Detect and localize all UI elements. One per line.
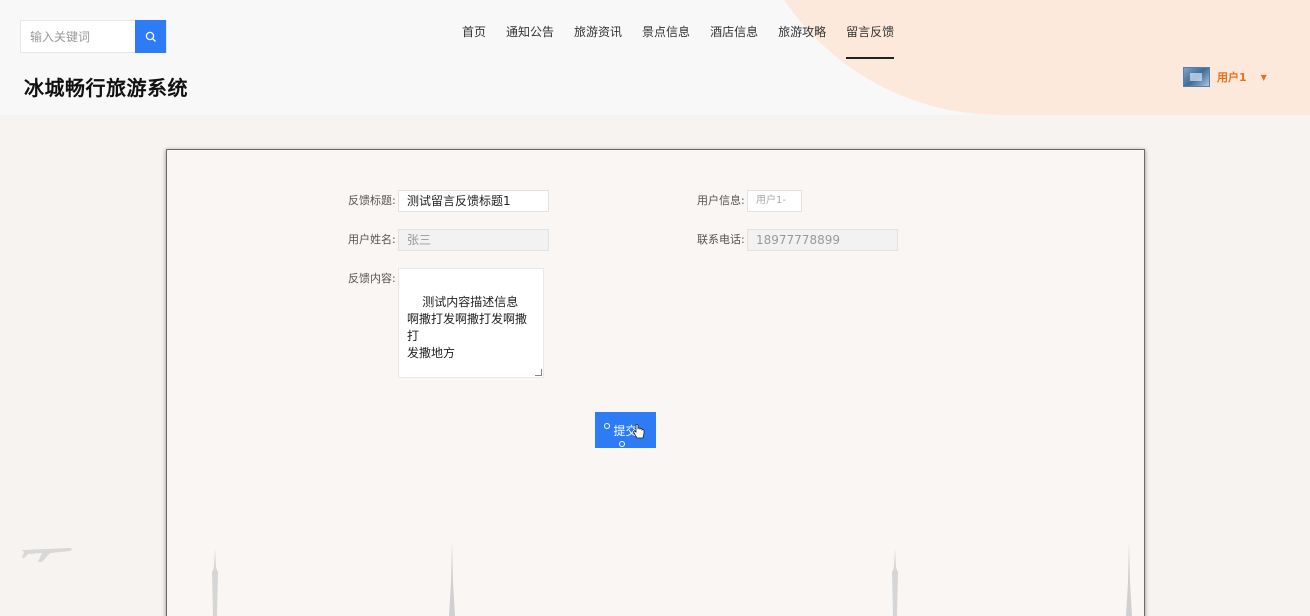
site-title: 冰城畅行旅游系统 (24, 76, 188, 100)
phone-label: 联系电话: (697, 233, 745, 246)
feedback-content-label: 反馈内容: (348, 272, 396, 285)
user-name-label: 用户姓名: (348, 233, 396, 246)
nav-item-scenic-spots[interactable]: 景点信息 (632, 24, 700, 58)
tower-icon (449, 542, 455, 616)
resize-handle-icon[interactable] (535, 369, 542, 376)
feedback-content-text: 测试内容描述信息 啊撒打发啊撒打发啊撒打 发撒地方 (407, 295, 528, 360)
tower-icon (212, 548, 218, 616)
feedback-title-label: 反馈标题: (348, 194, 396, 207)
feedback-title-input[interactable]: 测试留言反馈标题1 (398, 190, 549, 212)
click-ring-icon (619, 441, 625, 447)
header: 首页 通知公告 旅游资讯 景点信息 酒店信息 旅游攻略 留言反馈 冰城畅行旅游系… (0, 0, 1310, 115)
nav-item-travel-news[interactable]: 旅游资讯 (564, 24, 632, 58)
hand-cursor-icon (633, 424, 645, 439)
user-info-field[interactable]: 用户1- (747, 190, 802, 212)
feedback-content-textarea[interactable]: 测试内容描述信息 啊撒打发啊撒打发啊撒打 发撒地方 (398, 268, 544, 378)
search-box (20, 20, 167, 53)
nav-item-hotels[interactable]: 酒店信息 (700, 24, 768, 58)
user-name: 用户1 (1217, 71, 1247, 84)
user-info-label: 用户信息: (697, 194, 745, 207)
airplane-icon (22, 548, 72, 562)
user-menu[interactable]: 用户1 ▼ (1183, 67, 1267, 87)
nav-item-feedback[interactable]: 留言反馈 (836, 24, 904, 59)
tower-icon (892, 548, 898, 616)
caret-down-icon: ▼ (1260, 72, 1267, 82)
avatar (1183, 67, 1210, 87)
feedback-form-panel: 反馈标题: 测试留言反馈标题1 用户信息: 用户1- 用户姓名: 张三 联系电话… (166, 149, 1145, 616)
search-input[interactable] (21, 21, 135, 52)
search-button[interactable] (135, 20, 166, 53)
user-name-field: 张三 (398, 229, 549, 251)
search-icon (145, 31, 156, 42)
main-nav: 首页 通知公告 旅游资讯 景点信息 酒店信息 旅游攻略 留言反馈 (452, 24, 904, 59)
nav-item-home[interactable]: 首页 (452, 24, 496, 58)
submit-button[interactable]: 提交 (595, 412, 656, 448)
click-ring-icon (604, 423, 610, 429)
tower-icon (1126, 542, 1132, 616)
nav-item-travel-guide[interactable]: 旅游攻略 (768, 24, 836, 58)
nav-item-notice[interactable]: 通知公告 (496, 24, 564, 58)
phone-field: 18977778899 (747, 229, 898, 251)
